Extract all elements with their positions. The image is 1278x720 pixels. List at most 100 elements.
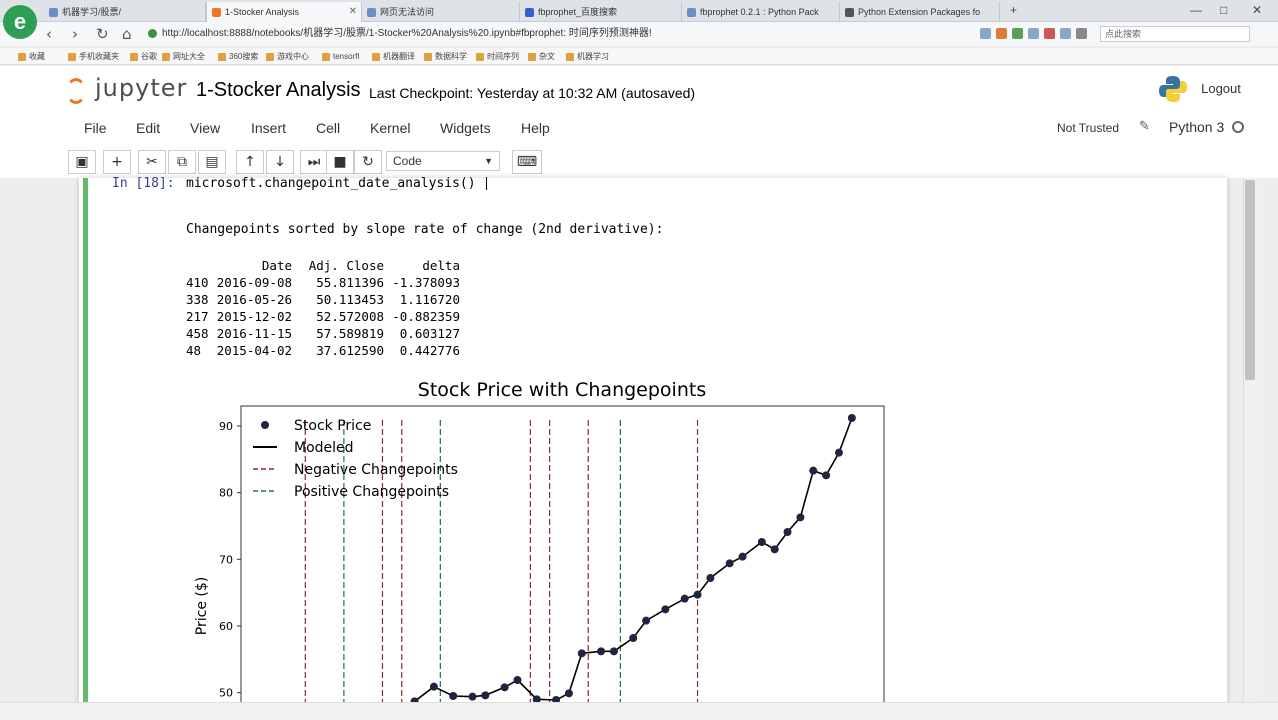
reload-icon[interactable]: ↻ [96,26,109,42]
keyboard-icon[interactable]: ⌨ [512,150,542,174]
table-cell: 50.113453 [316,292,384,307]
changepoint-table: Date Adj. Close delta 410 2016-09-08 55.… [186,257,460,359]
extension-icon[interactable] [980,28,991,39]
close-tab-icon[interactable]: ✕ [349,2,357,22]
trust-indicator[interactable]: Not Trusted [1048,118,1128,138]
bookmark-item[interactable]: 网址大全 [162,50,205,63]
stock-price-point [629,634,638,642]
stock-price-point [847,414,856,422]
extension-icon[interactable] [1028,28,1039,39]
bookmark-item[interactable]: 手机收藏夹 [68,50,119,63]
bookmark-icon [372,53,380,61]
cell-type-select[interactable]: Code ▼ [386,151,500,171]
forward-icon[interactable]: › [72,26,78,42]
browser-tab[interactable]: 网页无法访问 [362,2,520,22]
cut-icon[interactable]: ✂ [138,150,166,174]
bookmark-icon [424,53,432,61]
legend-label: Stock Price [294,418,371,434]
extension-icon[interactable] [1076,28,1087,39]
close-window-icon[interactable]: ✕ [1252,3,1262,17]
new-tab-icon[interactable]: + [1010,3,1017,17]
bookmark-item[interactable]: 杂文 [528,50,555,63]
move-down-icon[interactable]: ↓ [266,150,294,174]
browser-tab[interactable]: fbprophet_百度搜索 [520,2,682,22]
menu-edit[interactable]: Edit [136,120,160,136]
table-cell: 2015-12-02 [216,309,292,324]
menu-help[interactable]: Help [521,120,550,136]
scrollbar-thumb[interactable] [1245,180,1255,380]
url-field[interactable]: http://localhost:8888/notebooks/机器学习/股票/… [148,25,968,43]
stock-price-point [770,545,779,554]
bookmark-label: tensorfl [333,52,360,61]
stock-price-chart: Stock Price with Changepoints Price ($) … [194,379,885,702]
code-text[interactable]: microsoft.changepoint_date_analysis() [186,176,476,191]
y-axis-label: Price ($) [194,577,210,635]
table-cell: 2016-09-08 [216,275,292,290]
bookmark-icon [218,53,226,61]
browser-tab[interactable]: Python Extension Packages fo [840,2,1000,22]
bookmark-item[interactable]: 游戏中心 [266,50,309,63]
stock-price-point [725,559,734,568]
browser-tab[interactable]: 机器学习/股票/ [44,2,206,22]
stock-price-point [577,649,586,658]
move-up-icon[interactable]: ↑ [236,150,264,174]
url-text: http://localhost:8888/notebooks/机器学习/股票/… [162,28,652,39]
bookmark-item[interactable]: 360搜索 [218,50,258,63]
back-icon[interactable]: ‹ [46,26,52,42]
tab-label: fbprophet_百度搜索 [538,7,618,17]
paste-icon[interactable]: ▤ [198,150,226,174]
extension-icon[interactable] [1060,28,1071,39]
pencil-icon[interactable]: ✎ [1139,119,1150,135]
copy-icon[interactable]: ⧉ [168,150,196,174]
table-cell: 458 [186,326,209,341]
tab-favicon [49,8,58,17]
stock-price-point [449,692,458,700]
maximize-icon[interactable]: □ [1220,3,1227,17]
menu-kernel[interactable]: Kernel [370,120,410,136]
insert-cell-icon[interactable]: + [103,150,131,174]
menu-insert[interactable]: Insert [251,120,286,136]
tab-favicon [367,8,376,17]
jupyter-logo-icon[interactable] [66,78,86,104]
menu-view[interactable]: View [190,120,220,136]
legend-label: Modeled [294,440,354,456]
stop-icon[interactable]: ■ [326,150,354,174]
bookmark-item[interactable]: 谷歌 [130,50,157,63]
bookmark-item[interactable]: tensorfl [322,50,359,63]
text-cursor [485,177,487,190]
table-header: delta [422,258,460,273]
menu-file[interactable]: File [84,120,107,136]
stock-price-point [513,676,522,684]
restart-icon[interactable]: ↻ [354,150,382,174]
bookmark-item[interactable]: 数据科学 [424,50,467,63]
legend-marker-stock-price [261,421,269,429]
stock-price-point [757,538,766,546]
extension-icon[interactable] [1012,28,1023,39]
browser-logo-icon[interactable]: e [3,5,37,39]
stock-price-point [429,682,438,691]
code-cell-input[interactable]: microsoft.changepoint_date_analysis() [186,176,487,192]
browser-tab-active[interactable]: 1-Stocker Analysis ✕ [206,2,362,22]
table-cell: 1.116720 [399,292,460,307]
extension-icon[interactable] [1044,28,1055,39]
extension-icon[interactable] [996,28,1007,39]
browser-tab[interactable]: fbprophet 0.2.1 : Python Pack [682,2,840,22]
bookmark-label: 谷歌 [141,52,157,61]
bookmark-item[interactable]: 机器翻译 [372,50,415,63]
browser-search-input[interactable]: 点此搜索 [1100,26,1250,42]
menu-cell[interactable]: Cell [316,120,340,136]
bookmark-item[interactable]: 收藏 [18,50,45,63]
save-icon[interactable]: ▣ [68,150,96,174]
notebook-title[interactable]: 1-Stocker Analysis [196,78,361,102]
menu-widgets[interactable]: Widgets [440,120,491,136]
bookmark-label: 游戏中心 [277,52,309,61]
bookmark-icon [322,53,330,61]
bookmark-item[interactable]: 时间序列 [476,50,519,63]
jupyter-wordmark[interactable]: jupyter [95,74,187,102]
table-header [186,257,216,274]
minimize-icon[interactable]: — [1190,3,1202,17]
run-icon[interactable]: ⏭ [300,150,328,174]
logout-button[interactable]: Logout [1193,78,1249,100]
home-icon[interactable]: ⌂ [122,26,132,42]
bookmark-item[interactable]: 机器学习 [566,50,609,63]
